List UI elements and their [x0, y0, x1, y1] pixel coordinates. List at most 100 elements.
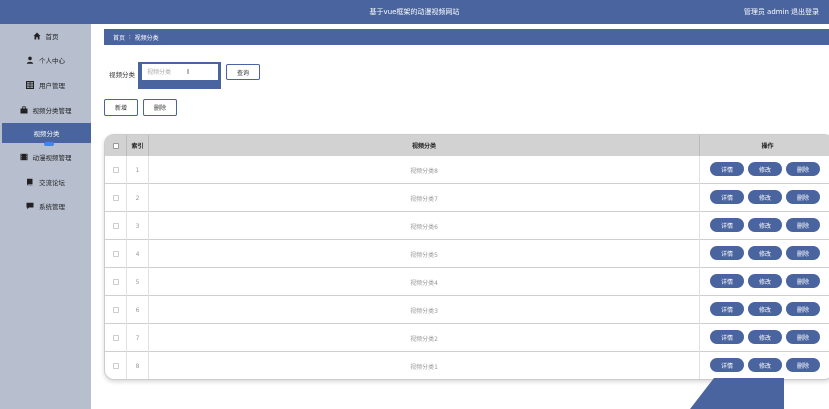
sidebar-item-category-management[interactable]: 视频分类管理: [0, 100, 91, 120]
detail-button[interactable]: 详情: [710, 358, 744, 372]
row-checkbox[interactable]: [112, 251, 119, 257]
delete-button[interactable]: 删除: [143, 99, 177, 116]
edit-button[interactable]: 修改: [748, 246, 782, 260]
row-ops-cell: 详情 修改 删除: [700, 240, 829, 268]
row-delete-button[interactable]: 删除: [786, 246, 820, 260]
row-delete-button[interactable]: 删除: [786, 190, 820, 204]
header-category: 视频分类: [149, 135, 700, 156]
search-button[interactable]: 查询: [226, 64, 260, 80]
row-index: 5: [127, 268, 149, 296]
breadcrumb-current: 视频分类: [134, 34, 159, 42]
detail-button[interactable]: 详情: [710, 330, 744, 344]
row-checkbox[interactable]: [112, 279, 119, 285]
table-row: 6 视频分类3 详情 修改 删除: [105, 296, 829, 324]
select-all-checkbox[interactable]: [112, 142, 119, 149]
detail-button[interactable]: 详情: [710, 246, 744, 260]
breadcrumb-separator: ∶: [129, 33, 131, 41]
sidebar-item-label: 首页: [45, 33, 59, 41]
sidebar-item-profile[interactable]: 个人中心: [0, 50, 91, 70]
header-ops: 操作: [761, 143, 774, 150]
row-delete-button[interactable]: 删除: [786, 274, 820, 288]
table-row: 1 视频分类8 详情 修改 删除: [105, 156, 829, 184]
row-checkbox[interactable]: [112, 363, 119, 369]
table-row: 3 视频分类6 详情 修改 删除: [105, 212, 829, 240]
row-checkbox[interactable]: [112, 195, 119, 201]
edit-button[interactable]: 修改: [748, 274, 782, 288]
row-ops-cell: 详情 修改 删除: [700, 212, 829, 240]
row-select-cell: [105, 240, 127, 268]
sidebar-item-users[interactable]: 用户管理: [0, 75, 91, 95]
row-ops-cell: 详情 修改 删除: [700, 156, 829, 184]
edit-button[interactable]: 修改: [748, 330, 782, 344]
row-index: 8: [127, 352, 149, 379]
row-checkbox[interactable]: [112, 307, 119, 313]
sidebar-item-forum[interactable]: 交流论坛: [0, 172, 91, 192]
row-delete-button[interactable]: 删除: [786, 330, 820, 344]
top-bar: 基于vue框架的动漫视频网站 管理员 admin 退出登录: [0, 0, 829, 24]
table-row: 7 视频分类2 详情 修改 删除: [105, 324, 829, 352]
row-category: 视频分类3: [149, 296, 700, 324]
detail-button[interactable]: 详情: [710, 190, 744, 204]
sidebar-item-label: 视频分类管理: [32, 107, 72, 115]
add-button[interactable]: 新增: [104, 99, 138, 116]
text-cursor-icon: I: [187, 68, 190, 76]
row-index: 3: [127, 212, 149, 240]
row-delete-button[interactable]: 删除: [786, 358, 820, 372]
sidebar-item-anime-video-management[interactable]: 动漫视频管理: [0, 147, 91, 167]
edit-button[interactable]: 修改: [748, 358, 782, 372]
row-category: 视频分类7: [149, 184, 700, 212]
sidebar-item-category[interactable]: 视频分类: [2, 123, 91, 146]
search-input[interactable]: [142, 64, 218, 80]
decorative-shape: [714, 378, 784, 409]
row-ops-cell: 详情 修改 删除: [700, 296, 829, 324]
breadcrumb: 首页 ∶ 视频分类: [104, 29, 829, 45]
edit-button[interactable]: 修改: [748, 190, 782, 204]
row-ops-cell: 详情 修改 删除: [700, 268, 829, 296]
row-checkbox[interactable]: [112, 167, 119, 173]
row-select-cell: [105, 184, 127, 212]
detail-button[interactable]: 详情: [710, 218, 744, 232]
sidebar-item-home[interactable]: 首页: [0, 26, 91, 46]
sidebar-item-label: 个人中心: [39, 57, 65, 65]
row-category: 视频分类1: [149, 352, 700, 379]
row-category: 视频分类8: [149, 156, 700, 184]
row-delete-button[interactable]: 删除: [786, 302, 820, 316]
edit-button[interactable]: 修改: [748, 302, 782, 316]
sidebar-item-label: 系统管理: [39, 203, 65, 211]
table-row: 2 视频分类7 详情 修改 删除: [105, 184, 829, 212]
breadcrumb-home[interactable]: 首页: [113, 33, 125, 42]
row-select-cell: [105, 352, 127, 379]
grid-icon: [26, 81, 34, 89]
row-select-cell: [105, 156, 127, 184]
briefcase-icon: [20, 106, 28, 114]
site-title: 基于vue框架的动漫视频网站: [369, 8, 460, 16]
row-category: 视频分类6: [149, 212, 700, 240]
row-index: 1: [127, 156, 149, 184]
sidebar-item-label: 用户管理: [39, 82, 65, 90]
current-user: 管理员 admin: [743, 8, 789, 16]
row-select-cell: [105, 296, 127, 324]
film-icon: [20, 153, 28, 161]
row-category: 视频分类5: [149, 240, 700, 268]
detail-button[interactable]: 详情: [710, 274, 744, 288]
row-ops-cell: 详情 修改 删除: [700, 324, 829, 352]
row-checkbox[interactable]: [112, 335, 119, 341]
chat-icon: [26, 202, 34, 210]
header-select-cell: [105, 135, 127, 156]
row-delete-button[interactable]: 删除: [786, 162, 820, 176]
row-index: 6: [127, 296, 149, 324]
row-delete-button[interactable]: 删除: [786, 218, 820, 232]
logout-link[interactable]: 退出登录: [791, 7, 829, 17]
table-row: 5 视频分类4 详情 修改 删除: [105, 268, 829, 296]
edit-button[interactable]: 修改: [748, 218, 782, 232]
row-checkbox[interactable]: [112, 223, 119, 229]
detail-button[interactable]: 详情: [710, 302, 744, 316]
edit-button[interactable]: 修改: [748, 162, 782, 176]
header-index: 索引: [127, 135, 149, 156]
home-icon: [33, 32, 41, 40]
detail-button[interactable]: 详情: [710, 162, 744, 176]
sidebar-item-label: 视频分类: [33, 130, 60, 138]
row-ops-cell: 详情 修改 删除: [700, 352, 829, 379]
row-select-cell: [105, 268, 127, 296]
sidebar-item-system[interactable]: 系统管理: [0, 196, 91, 216]
